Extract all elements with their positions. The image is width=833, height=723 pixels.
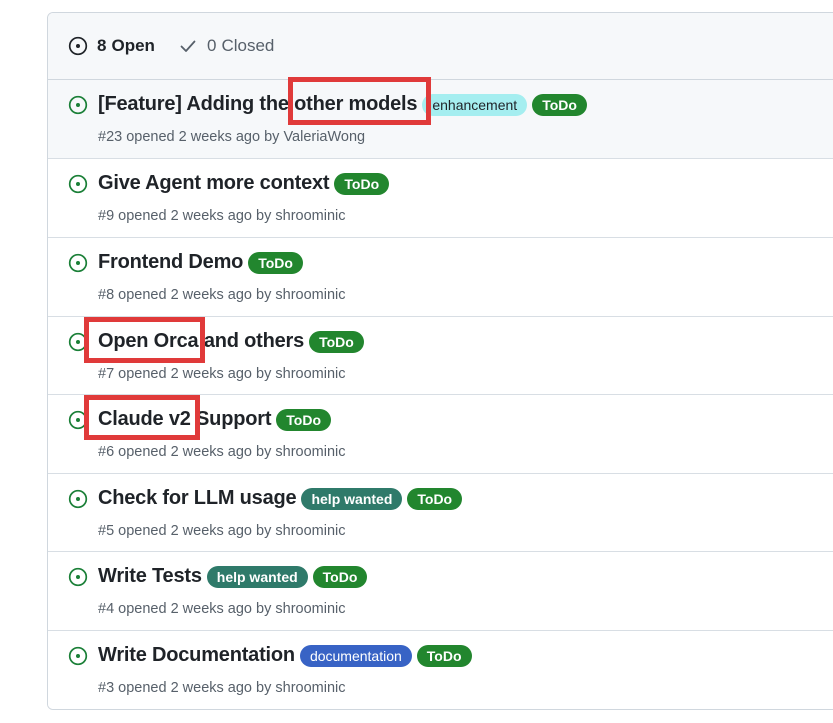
label-todo[interactable]: ToDo xyxy=(276,408,332,431)
issue-opened-icon xyxy=(68,174,88,194)
label-todo[interactable]: ToDo xyxy=(248,251,303,274)
issue-row[interactable]: Open Orca and others ToDo #7 opened 2 week… xyxy=(48,317,833,395)
issue-author-link[interactable]: shroominic xyxy=(275,523,345,539)
issue-opened-icon xyxy=(68,567,88,587)
issue-number: #4 xyxy=(98,601,115,617)
issue-author-link[interactable]: shroominic xyxy=(275,366,345,382)
issue-number: #3 xyxy=(98,680,115,696)
issue-title-link[interactable]: Write Documentation xyxy=(98,644,295,667)
issue-opened-icon xyxy=(68,489,88,509)
closed-issues-filter[interactable]: 0 Closed xyxy=(178,35,274,57)
issue-meta: #8 opened 2 weeks ago by shroominic xyxy=(98,287,345,303)
issue-title-line: Open Orca and others ToDo xyxy=(98,330,364,353)
label-documentation[interactable]: documentation xyxy=(299,644,412,667)
issue-number: #6 xyxy=(98,444,115,460)
label-help[interactable]: help wanted xyxy=(301,487,403,510)
label-todo[interactable]: ToDo xyxy=(407,487,463,510)
issue-number: #7 xyxy=(98,366,115,382)
issue-title-line: Write Tests help wanted ToDo xyxy=(98,565,368,588)
issue-title-line: Give Agent more context ToDo xyxy=(98,172,390,195)
issue-number: #5 xyxy=(98,523,115,539)
issue-meta: #7 opened 2 weeks ago by shroominic xyxy=(98,366,345,382)
check-icon xyxy=(180,40,196,52)
closed-count: 0 xyxy=(207,36,217,55)
issue-author-link[interactable]: shroominic xyxy=(275,444,345,460)
issue-row[interactable]: Frontend Demo ToDo #8 opened 2 weeks ago b… xyxy=(48,238,833,317)
issue-opened-text: opened 2 weeks ago by xyxy=(118,287,272,303)
open-label: Open xyxy=(111,36,155,55)
issue-number: #9 xyxy=(98,208,115,224)
issue-author-link[interactable]: shroominic xyxy=(275,601,345,617)
issue-title-line: Write Documentation documentation ToDo xyxy=(98,644,472,667)
issue-meta: #4 opened 2 weeks ago by shroominic xyxy=(98,601,345,617)
issue-meta: #6 opened 2 weeks ago by shroominic xyxy=(98,444,345,460)
issue-meta: #3 opened 2 weeks ago by shroominic xyxy=(98,680,345,696)
issue-author-link[interactable]: shroominic xyxy=(275,680,345,696)
issue-title-link[interactable]: Open Orca and others xyxy=(98,330,304,353)
issue-opened-text: opened 2 weeks ago by xyxy=(126,129,280,145)
issue-number: #8 xyxy=(98,287,115,303)
issue-title-link[interactable]: Claude v2 Support xyxy=(98,408,271,431)
issue-meta: #9 opened 2 weeks ago by shroominic xyxy=(98,208,345,224)
issue-row[interactable]: [Feature] Adding the other models enhance… xyxy=(48,80,833,159)
issue-title-link[interactable]: Write Tests xyxy=(98,565,202,588)
issue-row[interactable]: Write Tests help wanted ToDo #4 opened 2 we… xyxy=(48,552,833,631)
issue-number: #23 xyxy=(98,129,123,145)
issue-opened-icon xyxy=(68,646,88,666)
issue-opened-icon xyxy=(68,95,88,115)
label-todo[interactable]: ToDo xyxy=(309,330,364,353)
issue-author-link[interactable]: shroominic xyxy=(275,287,345,303)
issue-opened-icon xyxy=(68,36,88,56)
issue-row[interactable]: Claude v2 Support ToDo #6 opened 2 weeks a… xyxy=(48,395,833,474)
issue-row[interactable]: Give Agent more context ToDo #9 opened 2 w… xyxy=(48,159,833,238)
issue-opened-text: opened 2 weeks ago by xyxy=(118,366,272,382)
label-todo[interactable]: ToDo xyxy=(532,93,587,116)
issue-author-link[interactable]: ValeriaWong xyxy=(283,129,365,145)
issue-meta: #23 opened 2 weeks ago by ValeriaWong xyxy=(98,129,365,145)
label-help[interactable]: help wanted xyxy=(206,565,308,588)
label-enhancement[interactable]: enhancement xyxy=(422,93,528,116)
issues-list-box: 8 Open 0 Closed [Feature] Adding the oth… xyxy=(47,12,833,710)
issue-opened-icon xyxy=(68,410,88,430)
issues-list-header: 8 Open 0 Closed xyxy=(48,13,833,80)
issue-opened-text: opened 2 weeks ago by xyxy=(118,208,272,224)
issue-row[interactable]: Check for LLM usage help wanted ToDo #5 ope… xyxy=(48,474,833,552)
label-todo[interactable]: ToDo xyxy=(416,644,472,667)
issue-opened-icon xyxy=(68,253,88,273)
issue-title-link[interactable]: Frontend Demo xyxy=(98,251,243,274)
issue-author-link[interactable]: shroominic xyxy=(275,208,345,224)
issue-opened-text: opened 2 weeks ago by xyxy=(118,523,272,539)
issue-row[interactable]: Write Documentation documentation ToDo #3 o… xyxy=(48,631,833,709)
issue-meta: #5 opened 2 weeks ago by shroominic xyxy=(98,523,345,539)
issue-title-line: Frontend Demo ToDo xyxy=(98,251,303,274)
issue-title-link[interactable]: [Feature] Adding the other models xyxy=(98,93,418,116)
issue-title-line: [Feature] Adding the other models enhance… xyxy=(98,93,587,116)
issue-opened-text: opened 2 weeks ago by xyxy=(118,680,272,696)
open-count: 8 xyxy=(97,36,107,55)
open-issues-filter[interactable]: 8 Open xyxy=(68,35,155,57)
issue-title-link[interactable]: Give Agent more context xyxy=(98,172,330,195)
issue-title-line: Claude v2 Support ToDo xyxy=(98,408,332,431)
issue-opened-text: opened 2 weeks ago by xyxy=(118,601,272,617)
issue-opened-icon xyxy=(68,332,88,352)
issue-title-link[interactable]: Check for LLM usage xyxy=(98,487,297,510)
issue-title-line: Check for LLM usage help wanted ToDo xyxy=(98,487,463,510)
label-todo[interactable]: ToDo xyxy=(334,172,390,195)
closed-label: Closed xyxy=(221,36,275,55)
issue-opened-text: opened 2 weeks ago by xyxy=(118,444,272,460)
label-todo[interactable]: ToDo xyxy=(312,565,368,588)
